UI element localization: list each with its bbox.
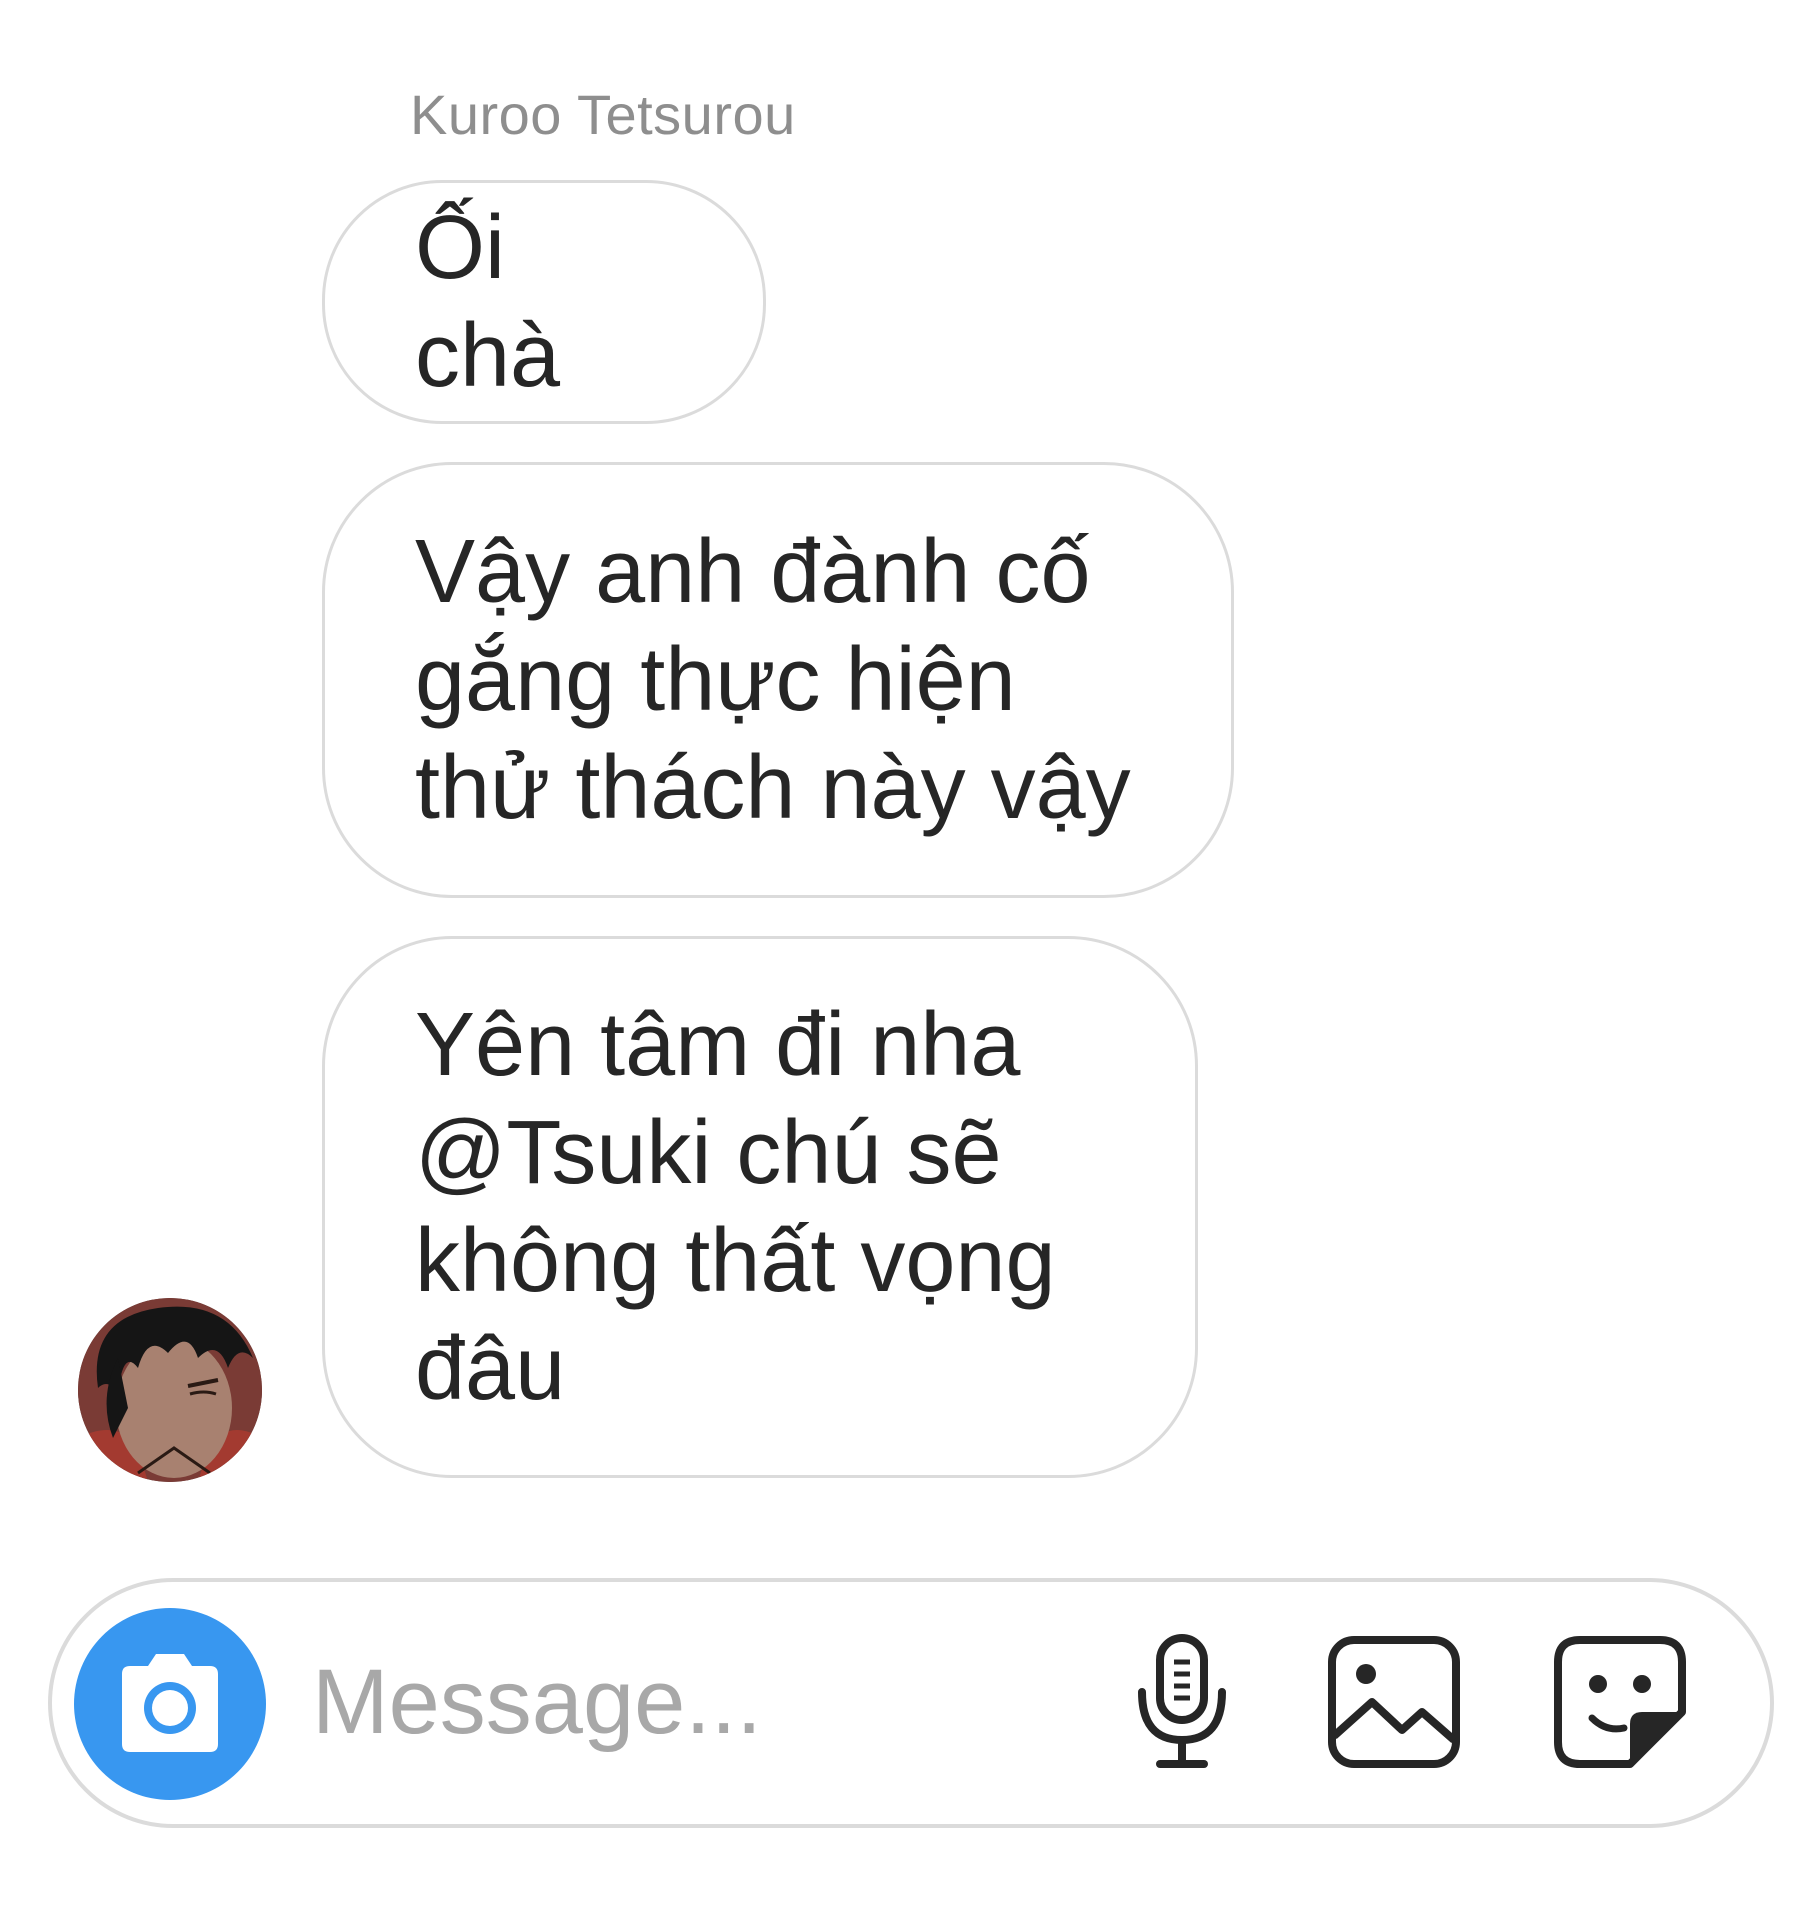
message-input[interactable] (312, 1632, 1072, 1772)
sender-name: Kuroo Tetsurou (410, 83, 796, 146)
microphone-icon (1138, 1634, 1226, 1768)
image-gallery-icon (1328, 1636, 1460, 1768)
sender-avatar[interactable] (78, 1298, 262, 1482)
gallery-button[interactable] (1324, 1632, 1464, 1772)
sticker-button[interactable] (1550, 1632, 1690, 1772)
camera-icon (122, 1654, 218, 1752)
camera-button[interactable] (74, 1608, 266, 1800)
message-text: Vậy anh đành cố gắng thực hiện thử thách… (415, 522, 1131, 838)
avatar-image (78, 1298, 262, 1482)
message-bubble[interactable]: Vậy anh đành cố gắng thực hiện thử thách… (322, 462, 1234, 898)
voice-message-button[interactable] (1112, 1632, 1252, 1772)
message-text: Ối chà (415, 198, 561, 406)
message-composer (48, 1578, 1774, 1828)
message-text: Yên tâm đi nha @Tsuki chú sẽ không thất … (415, 995, 1056, 1419)
sticker-icon (1554, 1636, 1686, 1768)
message-bubble[interactable]: Yên tâm đi nha @Tsuki chú sẽ không thất … (322, 936, 1198, 1478)
message-bubble[interactable]: Ối chà (322, 180, 766, 424)
